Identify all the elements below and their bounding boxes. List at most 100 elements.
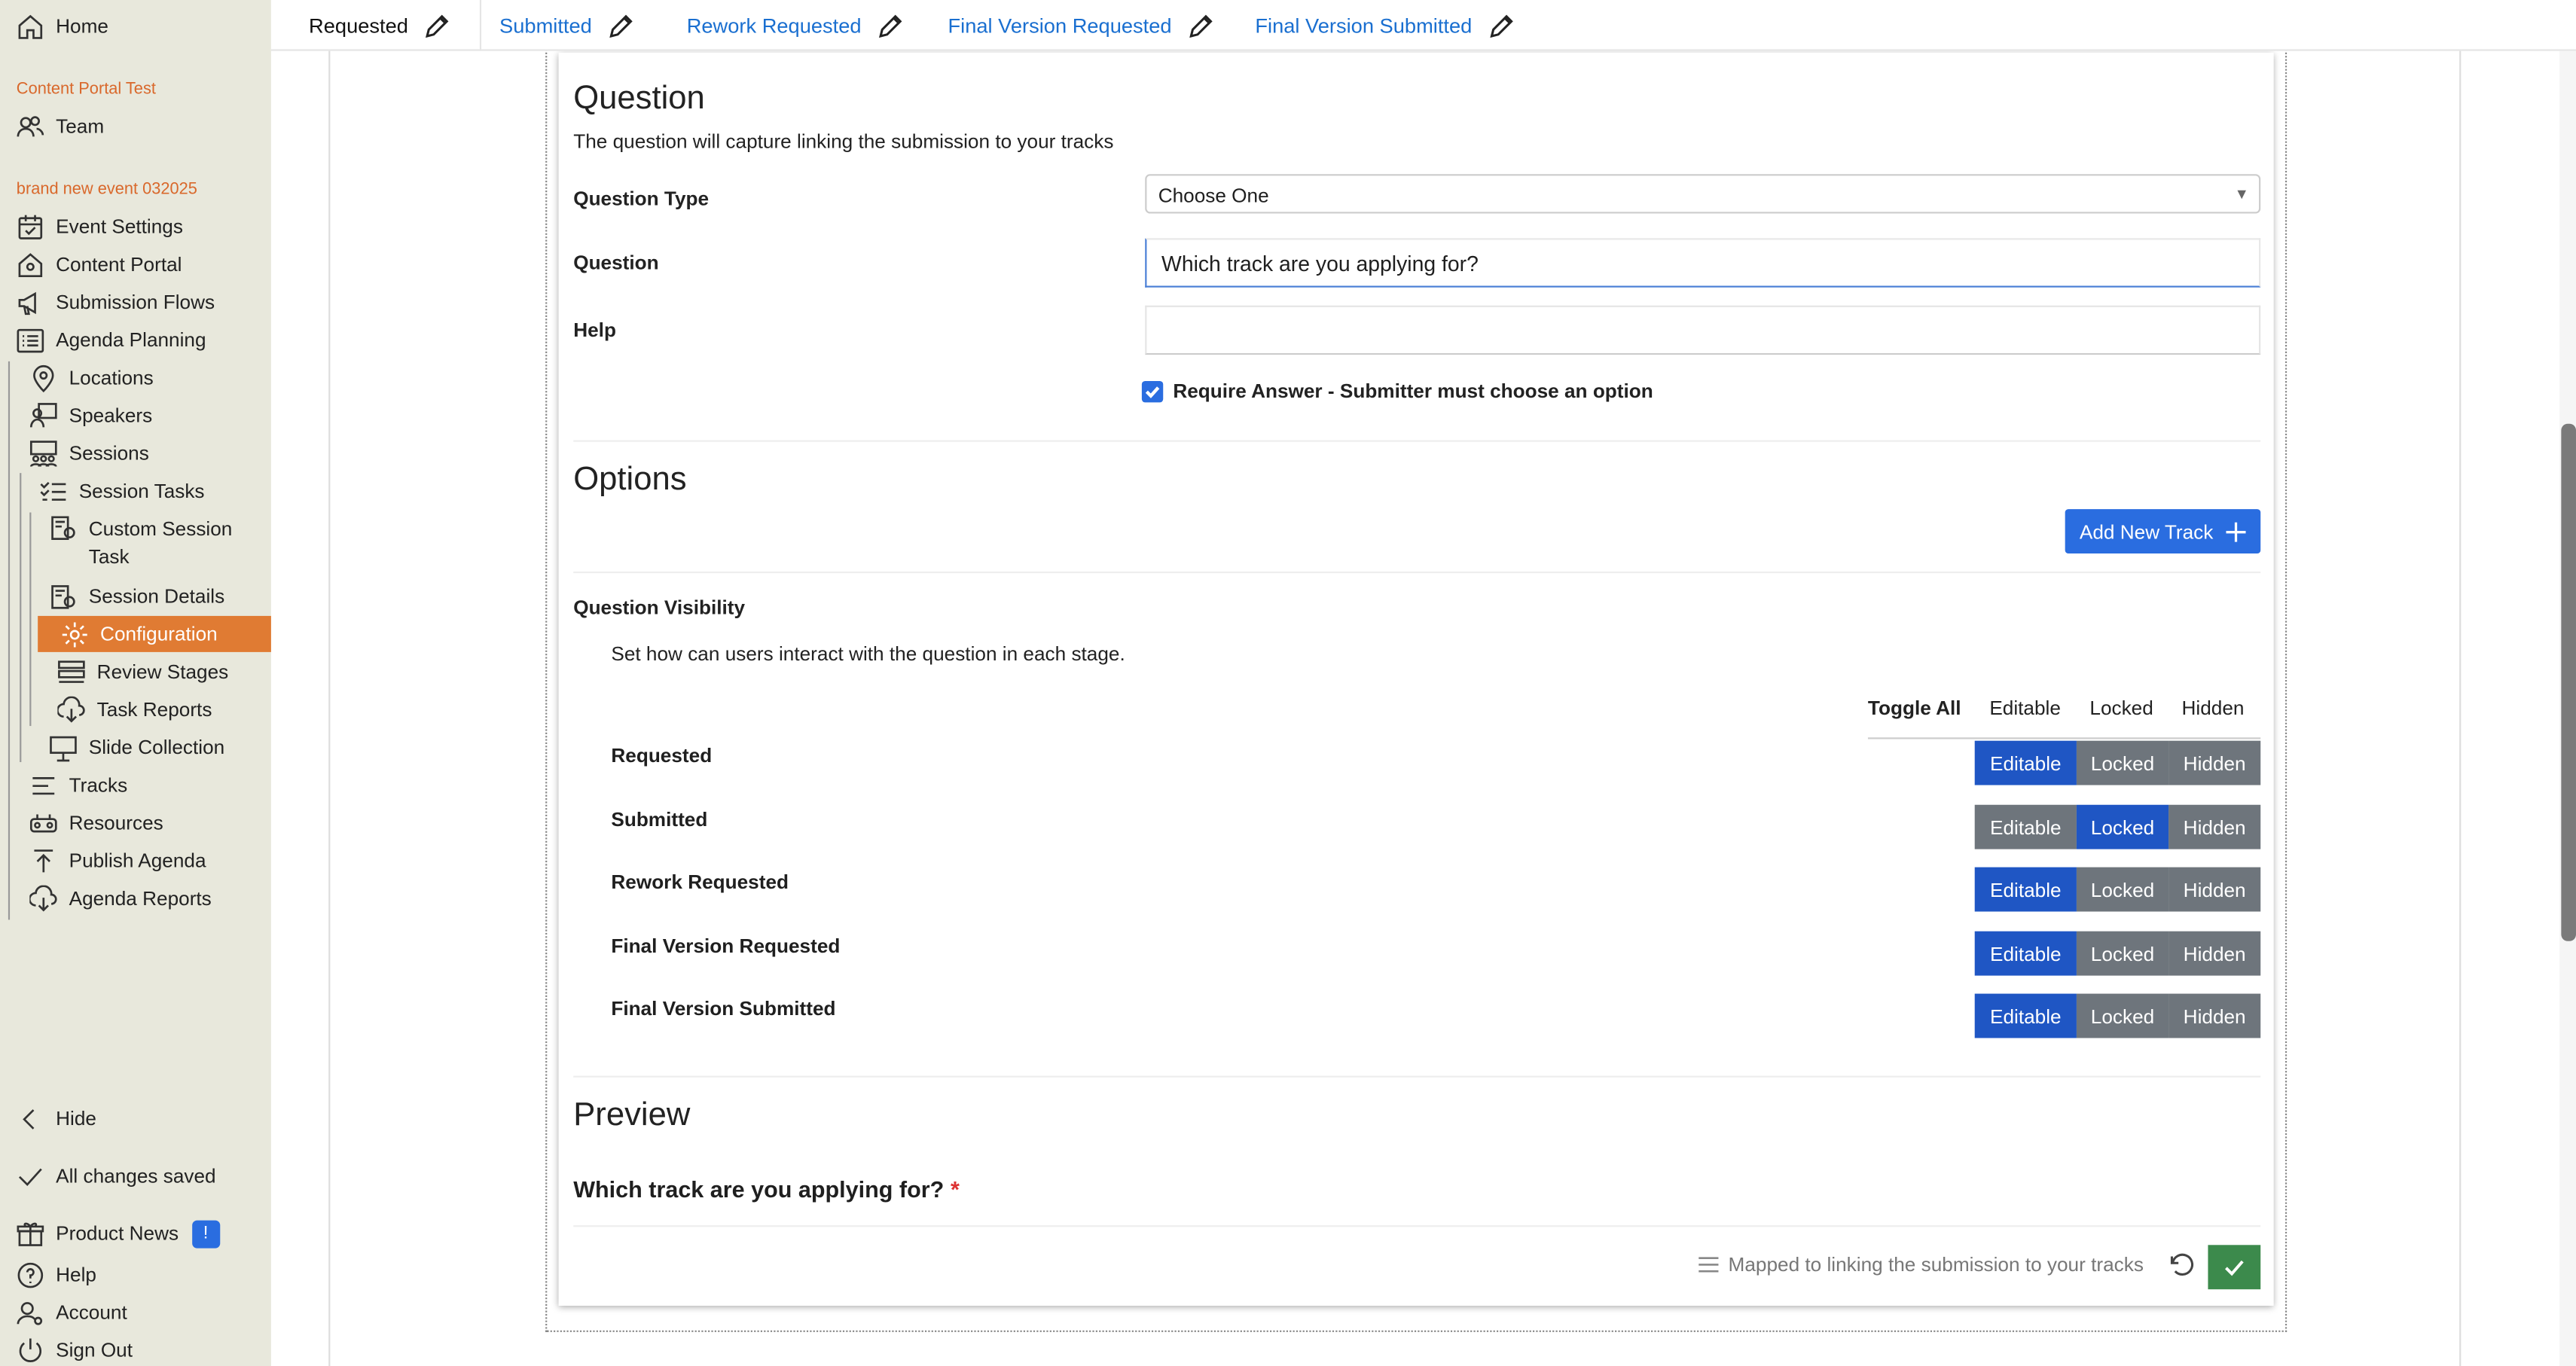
visibility-hidden-button[interactable]: Hidden xyxy=(2169,740,2261,785)
tab-submitted[interactable]: Submitted xyxy=(499,13,634,39)
gear-icon xyxy=(62,621,87,647)
sidebar-item-slide-collection[interactable]: Slide Collection xyxy=(49,731,224,764)
sidebar-item-publish-agenda[interactable]: Publish Agenda xyxy=(29,844,206,877)
pencil-icon[interactable] xyxy=(609,13,635,39)
visibility-toggle-group: Editable Locked Hidden xyxy=(1974,931,2261,976)
visibility-hidden-button[interactable]: Hidden xyxy=(2169,867,2261,912)
help-input[interactable] xyxy=(1145,305,2261,355)
sidebar-item-help[interactable]: Help xyxy=(17,1258,96,1291)
visibility-locked-button[interactable]: Locked xyxy=(2076,867,2169,912)
sidebar-item-product-news[interactable]: Product News ! xyxy=(17,1217,220,1250)
visibility-locked-button[interactable]: Locked xyxy=(2076,993,2169,1038)
sidebar-item-label: Resources xyxy=(69,811,163,835)
undo-icon[interactable] xyxy=(2167,1250,2196,1279)
toggle-all-hidden[interactable]: Hidden xyxy=(2182,697,2245,720)
visibility-locked-button[interactable]: Locked xyxy=(2076,804,2169,849)
sidebar-item-task-reports[interactable]: Task Reports xyxy=(57,693,212,726)
sidebar-item-home[interactable]: Home xyxy=(17,10,108,43)
publish-icon xyxy=(34,849,53,872)
visibility-hidden-button[interactable]: Hidden xyxy=(2169,804,2261,849)
pencil-icon[interactable] xyxy=(1188,13,1214,39)
sidebar-item-label: Submission Flows xyxy=(56,291,215,314)
sidebar-item-speakers[interactable]: Speakers xyxy=(29,399,152,432)
app-root: Home Content Portal Test Team brand new … xyxy=(0,0,2576,1366)
tree-line xyxy=(8,361,11,920)
visibility-editable-button[interactable]: Editable xyxy=(1974,804,2077,849)
require-answer-checkbox[interactable] xyxy=(1141,381,1164,403)
visibility-editable-button[interactable]: Editable xyxy=(1974,931,2077,976)
sidebar-item-agenda-planning[interactable]: Agenda Planning xyxy=(17,324,206,357)
section-label-event: brand new event 032025 xyxy=(16,180,197,199)
tab-label: Rework Requested xyxy=(686,14,862,38)
tab-requested[interactable]: Requested xyxy=(309,13,451,39)
sidebar-item-session-tasks[interactable]: Session Tasks xyxy=(39,474,205,508)
sidebar-item-label: Agenda Planning xyxy=(56,328,206,352)
sidebar-item-custom-session-task[interactable]: Custom Session Task xyxy=(49,514,232,577)
add-new-track-button[interactable]: Add New Track xyxy=(2065,509,2261,554)
sidebar-item-configuration[interactable]: Configuration xyxy=(61,617,218,651)
sidebar-item-locations[interactable]: Locations xyxy=(29,361,154,395)
sidebar-item-label: Slide Collection xyxy=(88,736,225,759)
team-icon xyxy=(17,115,44,136)
sidebar-item-agenda-reports[interactable]: Agenda Reports xyxy=(29,882,212,915)
tree-line xyxy=(20,473,22,763)
stage-label: Rework Requested xyxy=(611,870,789,894)
sidebar-item-label: Sessions xyxy=(69,441,149,465)
pencil-icon[interactable] xyxy=(1488,13,1515,39)
visibility-editable-button[interactable]: Editable xyxy=(1974,740,2077,785)
sidebar-item-session-details[interactable]: Session Details xyxy=(49,580,224,613)
sidebar-item-label: Team xyxy=(56,114,105,139)
add-button-label: Add New Track xyxy=(2079,520,2214,543)
sidebar-item-account[interactable]: Account xyxy=(17,1296,127,1329)
visibility-locked-button[interactable]: Locked xyxy=(2076,740,2169,785)
toggle-all-locked[interactable]: Locked xyxy=(2089,697,2153,720)
tab-final-version-submitted[interactable]: Final Version Submitted xyxy=(1255,13,1515,39)
pencil-icon[interactable] xyxy=(877,13,904,39)
question-label: Question xyxy=(573,251,659,275)
sidebar-item-label: Review Stages xyxy=(96,660,229,684)
location-pin-icon xyxy=(33,364,54,392)
tab-final-version-requested[interactable]: Final Version Requested xyxy=(948,13,1215,39)
toggle-all-editable[interactable]: Editable xyxy=(1989,697,2061,720)
sidebar-item-review-stages[interactable]: Review Stages xyxy=(57,655,228,688)
document-gear-icon xyxy=(51,516,75,540)
question-type-select[interactable]: Choose One ▼ xyxy=(1145,174,2261,214)
sidebar-item-event-settings[interactable]: Event Settings xyxy=(17,210,183,243)
required-asterisk: * xyxy=(950,1175,960,1203)
content-frame-left xyxy=(328,0,331,1366)
sidebar-item-label: Configuration xyxy=(100,622,218,646)
cloud-download-icon xyxy=(29,884,57,911)
chevron-left-icon xyxy=(23,1108,35,1129)
stage-label: Final Version Submitted xyxy=(611,996,836,1020)
pencil-icon[interactable] xyxy=(425,13,451,39)
sidebar-item-tracks[interactable]: Tracks xyxy=(29,769,127,802)
preview-title: Preview xyxy=(573,1096,691,1133)
sidebar-item-label: Sign Out xyxy=(56,1338,133,1362)
section-label-content-portal-test: Content Portal Test xyxy=(16,80,156,99)
sidebar-item-sign-out[interactable]: Sign Out xyxy=(17,1334,133,1366)
question-input[interactable]: Which track are you applying for? xyxy=(1145,238,2261,288)
tab-label: Final Version Submitted xyxy=(1255,14,1473,38)
sidebar-item-label: Account xyxy=(56,1300,127,1324)
sidebar-item-content-portal[interactable]: Content Portal xyxy=(17,248,182,281)
visibility-editable-button[interactable]: Editable xyxy=(1974,993,2077,1038)
confirm-button[interactable] xyxy=(2208,1245,2261,1290)
visibility-hidden-button[interactable]: Hidden xyxy=(2169,993,2261,1038)
tab-rework-requested[interactable]: Rework Requested xyxy=(687,13,905,39)
scrollbar-thumb[interactable] xyxy=(2561,423,2576,941)
visibility-locked-button[interactable]: Locked xyxy=(2076,931,2169,976)
visibility-editable-button[interactable]: Editable xyxy=(1974,867,2077,912)
hide-sidebar-button[interactable]: Hide xyxy=(17,1102,96,1136)
visibility-hidden-button[interactable]: Hidden xyxy=(2169,931,2261,976)
megaphone-icon xyxy=(18,291,36,315)
divider xyxy=(573,1075,2261,1078)
sidebar-item-label: Help xyxy=(56,1263,97,1286)
sidebar-item-sessions[interactable]: Sessions xyxy=(29,437,149,470)
mapping-note: Mapped to linking the submission to your… xyxy=(1697,1253,2144,1276)
sidebar-item-resources[interactable]: Resources xyxy=(29,806,163,840)
sidebar-item-submission-flows[interactable]: Submission Flows xyxy=(17,286,215,319)
sidebar-item-team[interactable]: Team xyxy=(17,110,104,143)
presentation-icon xyxy=(50,735,77,761)
question-type-label: Question Type xyxy=(573,187,710,211)
power-icon xyxy=(19,1337,42,1361)
